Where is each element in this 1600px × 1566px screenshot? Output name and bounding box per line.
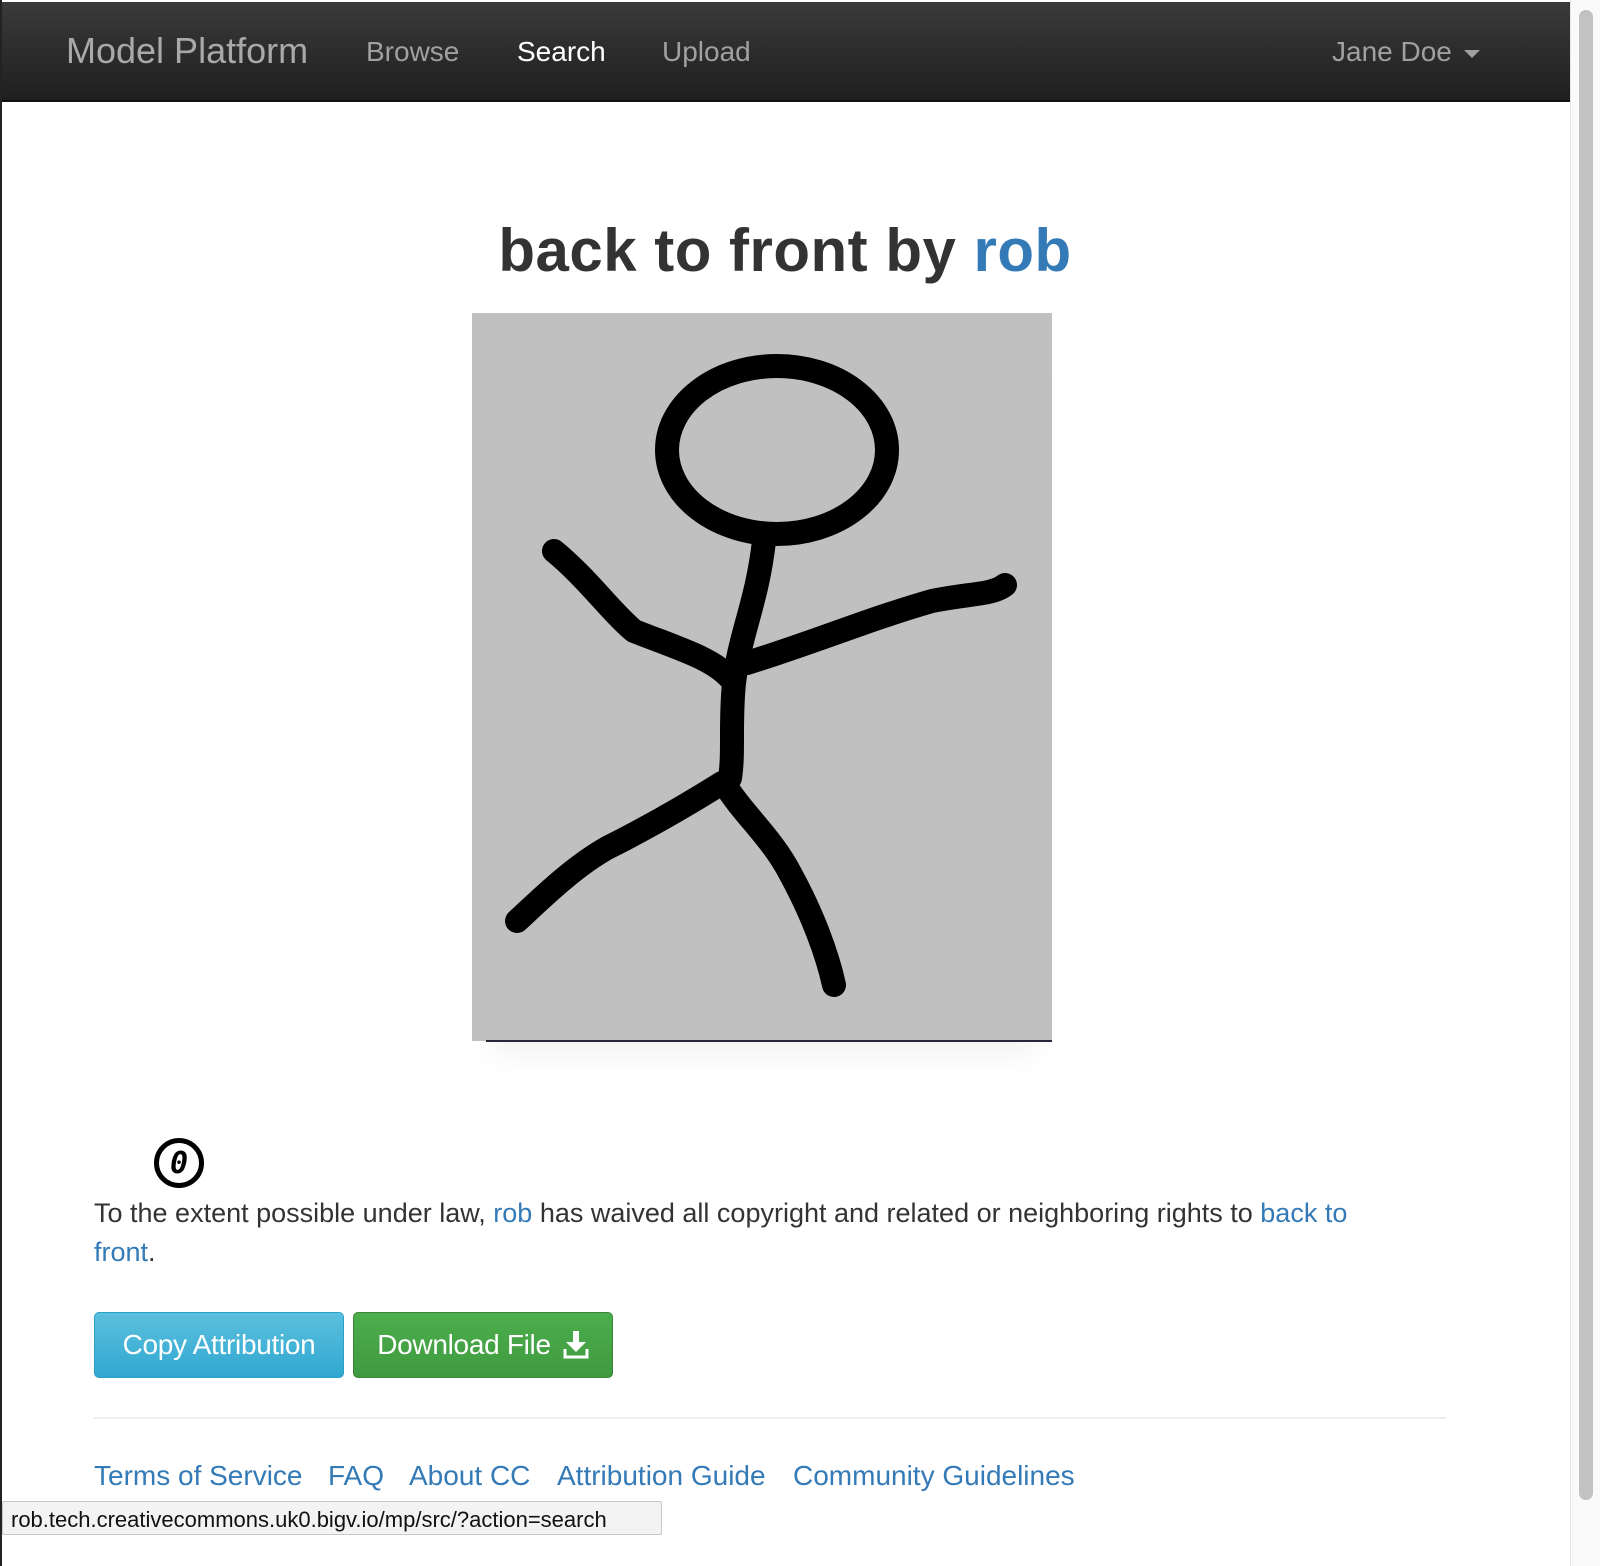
footer-about-link[interactable]: About CC — [409, 1460, 530, 1492]
vertical-scrollbar[interactable] — [1570, 0, 1600, 1566]
footer-faq-link[interactable]: FAQ — [328, 1460, 384, 1492]
license-text-1: To the extent possible under law, — [94, 1198, 486, 1228]
title-work-name: back to front by — [498, 217, 957, 284]
footer-divider — [94, 1417, 1446, 1419]
copy-attribution-button[interactable]: Copy Attribution — [94, 1312, 344, 1378]
title-author-link[interactable]: rob — [974, 217, 1072, 284]
scrollbar-thumb[interactable] — [1579, 10, 1593, 1500]
top-navbar: Model Platform Browse Search Upload Jane… — [2, 2, 1570, 102]
cc-zero-icon: 0 — [154, 1138, 204, 1188]
footer-attribution-guide-link[interactable]: Attribution Guide — [557, 1460, 766, 1492]
user-name: Jane Doe — [1332, 36, 1452, 67]
download-file-label: Download File — [377, 1329, 551, 1360]
user-menu-dropdown[interactable]: Jane Doe — [1332, 36, 1480, 68]
license-text-2: has waived all copyright and related or … — [539, 1198, 1253, 1228]
status-url: rob.tech.creativecommons.uk0.bigv.io/mp/… — [11, 1507, 607, 1532]
license-author-link[interactable]: rob — [493, 1198, 532, 1228]
license-text-end: . — [148, 1237, 156, 1267]
download-icon — [563, 1331, 589, 1359]
brand-link[interactable]: Model Platform — [66, 30, 308, 72]
nav-search[interactable]: Search — [517, 36, 606, 68]
nav-browse[interactable]: Browse — [366, 36, 459, 68]
copy-attribution-label: Copy Attribution — [122, 1329, 316, 1360]
footer-terms-link[interactable]: Terms of Service — [94, 1460, 303, 1492]
download-file-button[interactable]: Download File — [353, 1312, 613, 1378]
license-statement: To the extent possible under law, rob ha… — [94, 1194, 1414, 1272]
page-title: back to front by rob — [0, 216, 1570, 285]
footer-community-guidelines-link[interactable]: Community Guidelines — [793, 1460, 1075, 1492]
image-shadow-line — [486, 1040, 1052, 1042]
nav-upload[interactable]: Upload — [662, 36, 751, 68]
caret-down-icon — [1463, 50, 1480, 58]
browser-status-bar: rob.tech.creativecommons.uk0.bigv.io/mp/… — [2, 1501, 662, 1535]
artwork-image — [472, 313, 1052, 1041]
stick-figure-drawing — [505, 354, 1017, 997]
